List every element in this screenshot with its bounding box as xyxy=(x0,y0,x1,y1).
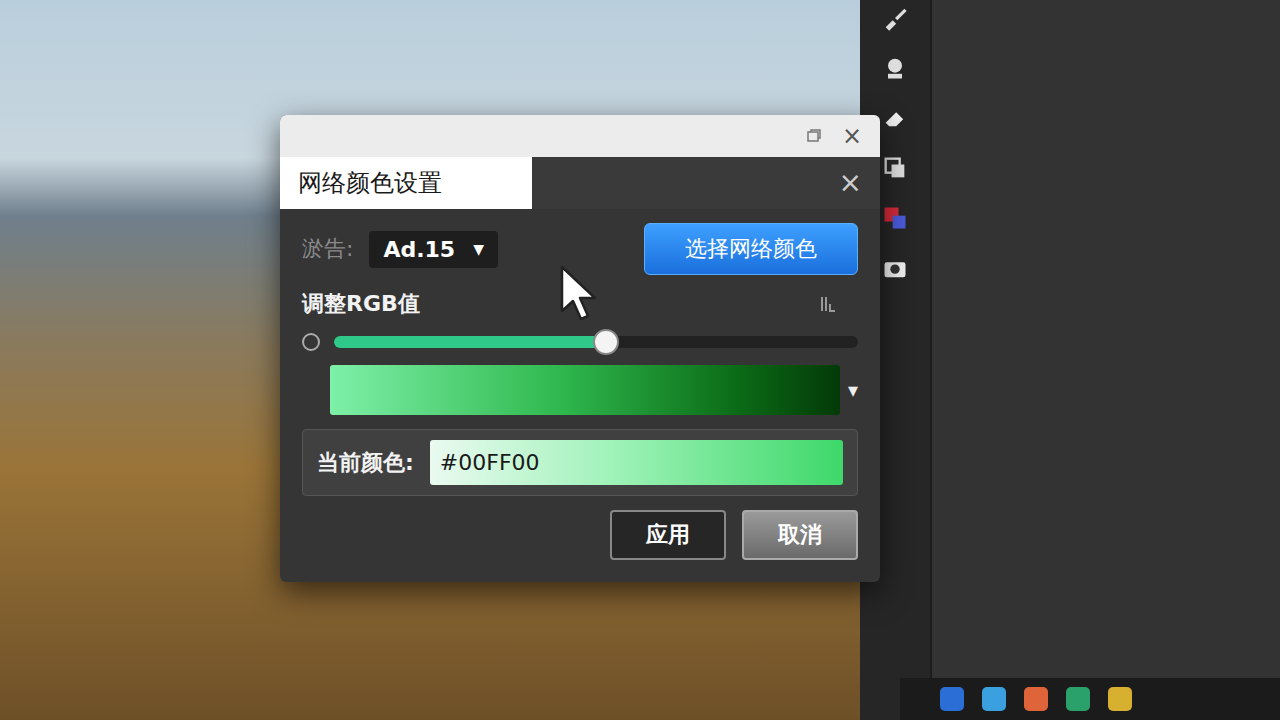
slider-row xyxy=(302,333,858,351)
camera-icon[interactable] xyxy=(881,254,909,282)
brush-icon[interactable] xyxy=(881,4,909,32)
window-title: 网络颜色设置 xyxy=(298,167,442,199)
gradient-row: ▾ xyxy=(302,365,858,415)
cancel-button[interactable]: 取消 xyxy=(742,510,858,560)
dialog-body: 淤告: Ad.15 ▼ 选择网络颜色 调整RGB值 ▾ 当前颜色: #00FF0… xyxy=(280,209,880,582)
app-icon[interactable] xyxy=(1024,687,1048,711)
slider-start-mark xyxy=(302,333,320,351)
mouse-cursor-icon xyxy=(560,265,600,321)
pick-color-button[interactable]: 选择网络颜色 xyxy=(644,223,858,275)
ad-row: 淤告: Ad.15 ▼ 选择网络颜色 xyxy=(302,223,858,275)
dropdown-arrow: ▼ xyxy=(473,241,484,257)
outer-title-bar: × xyxy=(280,115,880,157)
dropdown-value: Ad.15 xyxy=(383,237,455,262)
apply-button[interactable]: 应用 xyxy=(610,510,726,560)
gradient-arrow[interactable]: ▾ xyxy=(848,378,858,402)
slider-fill xyxy=(334,336,606,348)
desktop: × 网络颜色设置 × 淤告: Ad.15 ▼ 选择网络颜色 调整RGB值 ▾ 当… xyxy=(0,0,1280,720)
current-color-label: 当前颜色: xyxy=(317,448,414,478)
editor-app xyxy=(860,0,1280,720)
title-bar: 网络颜色设置 × xyxy=(280,157,880,209)
restore-icon[interactable] xyxy=(806,128,822,144)
color-dialog-window: × 网络颜色设置 × 淤告: Ad.15 ▼ 选择网络颜色 调整RGB值 ▾ 当… xyxy=(280,115,880,582)
current-color-field[interactable]: #00FF00 xyxy=(430,440,843,485)
stamp-icon[interactable] xyxy=(881,54,909,82)
ad-label: 淤告: xyxy=(302,234,353,264)
rgb-label: 调整RGB值 xyxy=(302,289,420,319)
layers-icon[interactable] xyxy=(881,154,909,182)
outer-close-button[interactable]: × xyxy=(842,124,862,148)
slider-thumb[interactable] xyxy=(593,329,619,355)
canvas-area xyxy=(930,0,1280,720)
browser-icon[interactable] xyxy=(1066,687,1090,711)
folder-icon[interactable] xyxy=(1108,687,1132,711)
button-row: 应用取消 xyxy=(302,510,858,560)
ad-dropdown[interactable]: Ad.15 ▼ xyxy=(369,231,498,268)
start-icon[interactable] xyxy=(940,687,964,711)
color-gradient[interactable] xyxy=(330,365,840,415)
bars-icon[interactable] xyxy=(818,294,838,314)
rgb-slider[interactable] xyxy=(334,336,858,348)
close-button[interactable]: × xyxy=(839,169,862,197)
current-color-panel: 当前颜色: #00FF00 xyxy=(302,429,858,496)
files-icon[interactable] xyxy=(982,687,1006,711)
color-swap-icon[interactable] xyxy=(881,204,909,232)
taskbar xyxy=(900,678,1280,720)
eraser-icon[interactable] xyxy=(881,104,909,132)
